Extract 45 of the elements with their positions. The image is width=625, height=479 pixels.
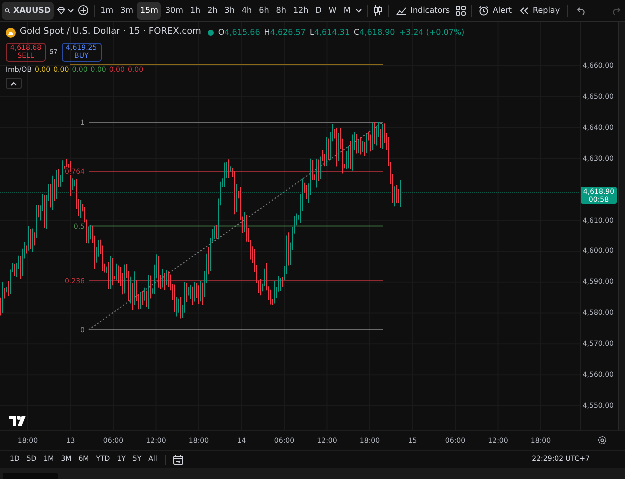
interval-button[interactable]: 1m: [98, 2, 117, 20]
interval-button[interactable]: 3m: [118, 2, 136, 20]
chart-line-icon: [396, 6, 407, 16]
interval-button[interactable]: 30m: [162, 2, 186, 20]
interval-button[interactable]: 12h: [290, 2, 312, 20]
caret-up-icon: [11, 82, 17, 86]
interval-button[interactable]: W: [326, 2, 340, 20]
interval-button[interactable]: 8h: [273, 2, 290, 20]
calendar-icon: [172, 454, 184, 464]
interval-button[interactable]: M: [340, 2, 354, 20]
plus-circle-icon: [78, 5, 90, 16]
symbol-search-field[interactable]: XAUUSD: [2, 2, 54, 20]
candlestick-icon: [373, 5, 384, 16]
rewind-icon: [519, 6, 529, 14]
settings-button[interactable]: [596, 434, 608, 446]
ohlc-value: O4,615.66: [218, 26, 260, 39]
gem-icon: [56, 6, 66, 14]
settings-icon: [598, 436, 607, 445]
interval-button[interactable]: 6h: [256, 2, 272, 20]
symbol-title: Gold Spot / U.S. Dollar · 15 · FOREX.com: [20, 26, 202, 39]
price-change: +3.24 (+0.07%): [399, 26, 465, 39]
interval-button[interactable]: D: [312, 2, 325, 20]
grid-icon: [456, 6, 466, 16]
search-icon: [5, 6, 10, 14]
redo-icon: [611, 6, 622, 14]
logo-icon: [9, 416, 27, 426]
interval-button[interactable]: 4h: [238, 2, 256, 20]
alarm-clock-icon: [478, 6, 489, 16]
ohlc-value: H4,626.57: [264, 26, 306, 39]
symbol-text: XAUUSD: [13, 4, 51, 16]
ohlc-value: L4,614.31: [310, 26, 350, 39]
alert-button[interactable]: Alert: [476, 2, 515, 20]
undo-icon: [577, 6, 588, 14]
chevron-down-icon: [356, 8, 362, 12]
coin-icon: [6, 28, 16, 38]
interval-button[interactable]: 1h: [187, 2, 204, 20]
go-to-date-button[interactable]: [171, 452, 186, 466]
replay-button[interactable]: Replay: [516, 2, 564, 20]
ohlc-value: C4,618.90: [354, 26, 396, 39]
interval-button[interactable]: 3h: [222, 2, 238, 20]
chevron-down-icon: [68, 8, 74, 12]
interval-button[interactable]: 15m: [137, 2, 162, 20]
interval-button[interactable]: 2h: [204, 2, 221, 20]
collapse-legend-button[interactable]: [6, 78, 22, 89]
indicators-button[interactable]: Indicators: [392, 2, 454, 20]
